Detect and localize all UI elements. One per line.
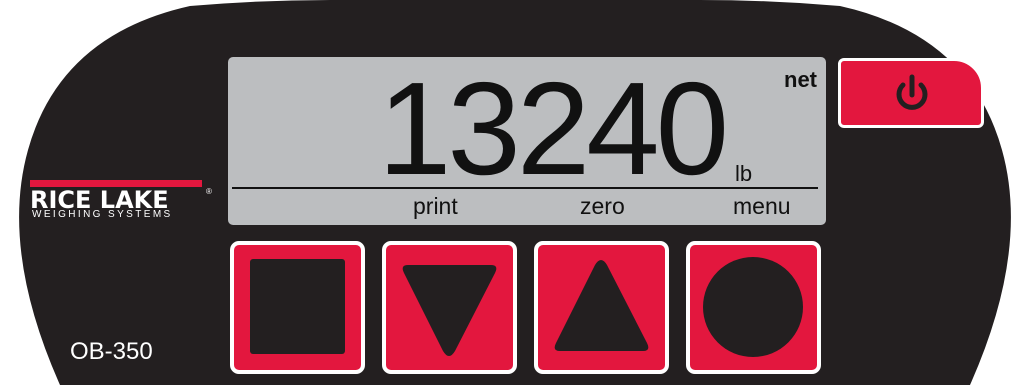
- weight-readout: 13240: [378, 55, 729, 202]
- menu-key[interactable]: [686, 241, 821, 374]
- zero-key[interactable]: [534, 241, 669, 374]
- brand-tagline: WEIGHING SYSTEMS: [32, 209, 173, 220]
- lcd-divider: [232, 187, 818, 189]
- square-key[interactable]: [230, 241, 365, 374]
- triangle-down-icon: [402, 265, 497, 356]
- power-icon: [896, 74, 928, 110]
- print-key-label: print: [413, 193, 458, 219]
- brand-registered-mark: ®: [206, 187, 212, 196]
- power-button[interactable]: [838, 58, 984, 128]
- print-key[interactable]: [382, 241, 517, 374]
- menu-key-label: menu: [733, 193, 791, 219]
- zero-key-label: zero: [580, 193, 625, 219]
- square-icon: [250, 259, 345, 354]
- lcd-display: 13240 lb net print zero menu: [228, 57, 826, 225]
- triangle-up-icon: [554, 260, 649, 351]
- model-number: OB-350: [70, 338, 153, 365]
- net-annunciator: net: [784, 67, 817, 92]
- unit-annunciator: lb: [735, 161, 753, 186]
- brand-logo: RICE LAKE ® WEIGHING SYSTEMS: [30, 180, 212, 220]
- circle-icon: [703, 257, 803, 357]
